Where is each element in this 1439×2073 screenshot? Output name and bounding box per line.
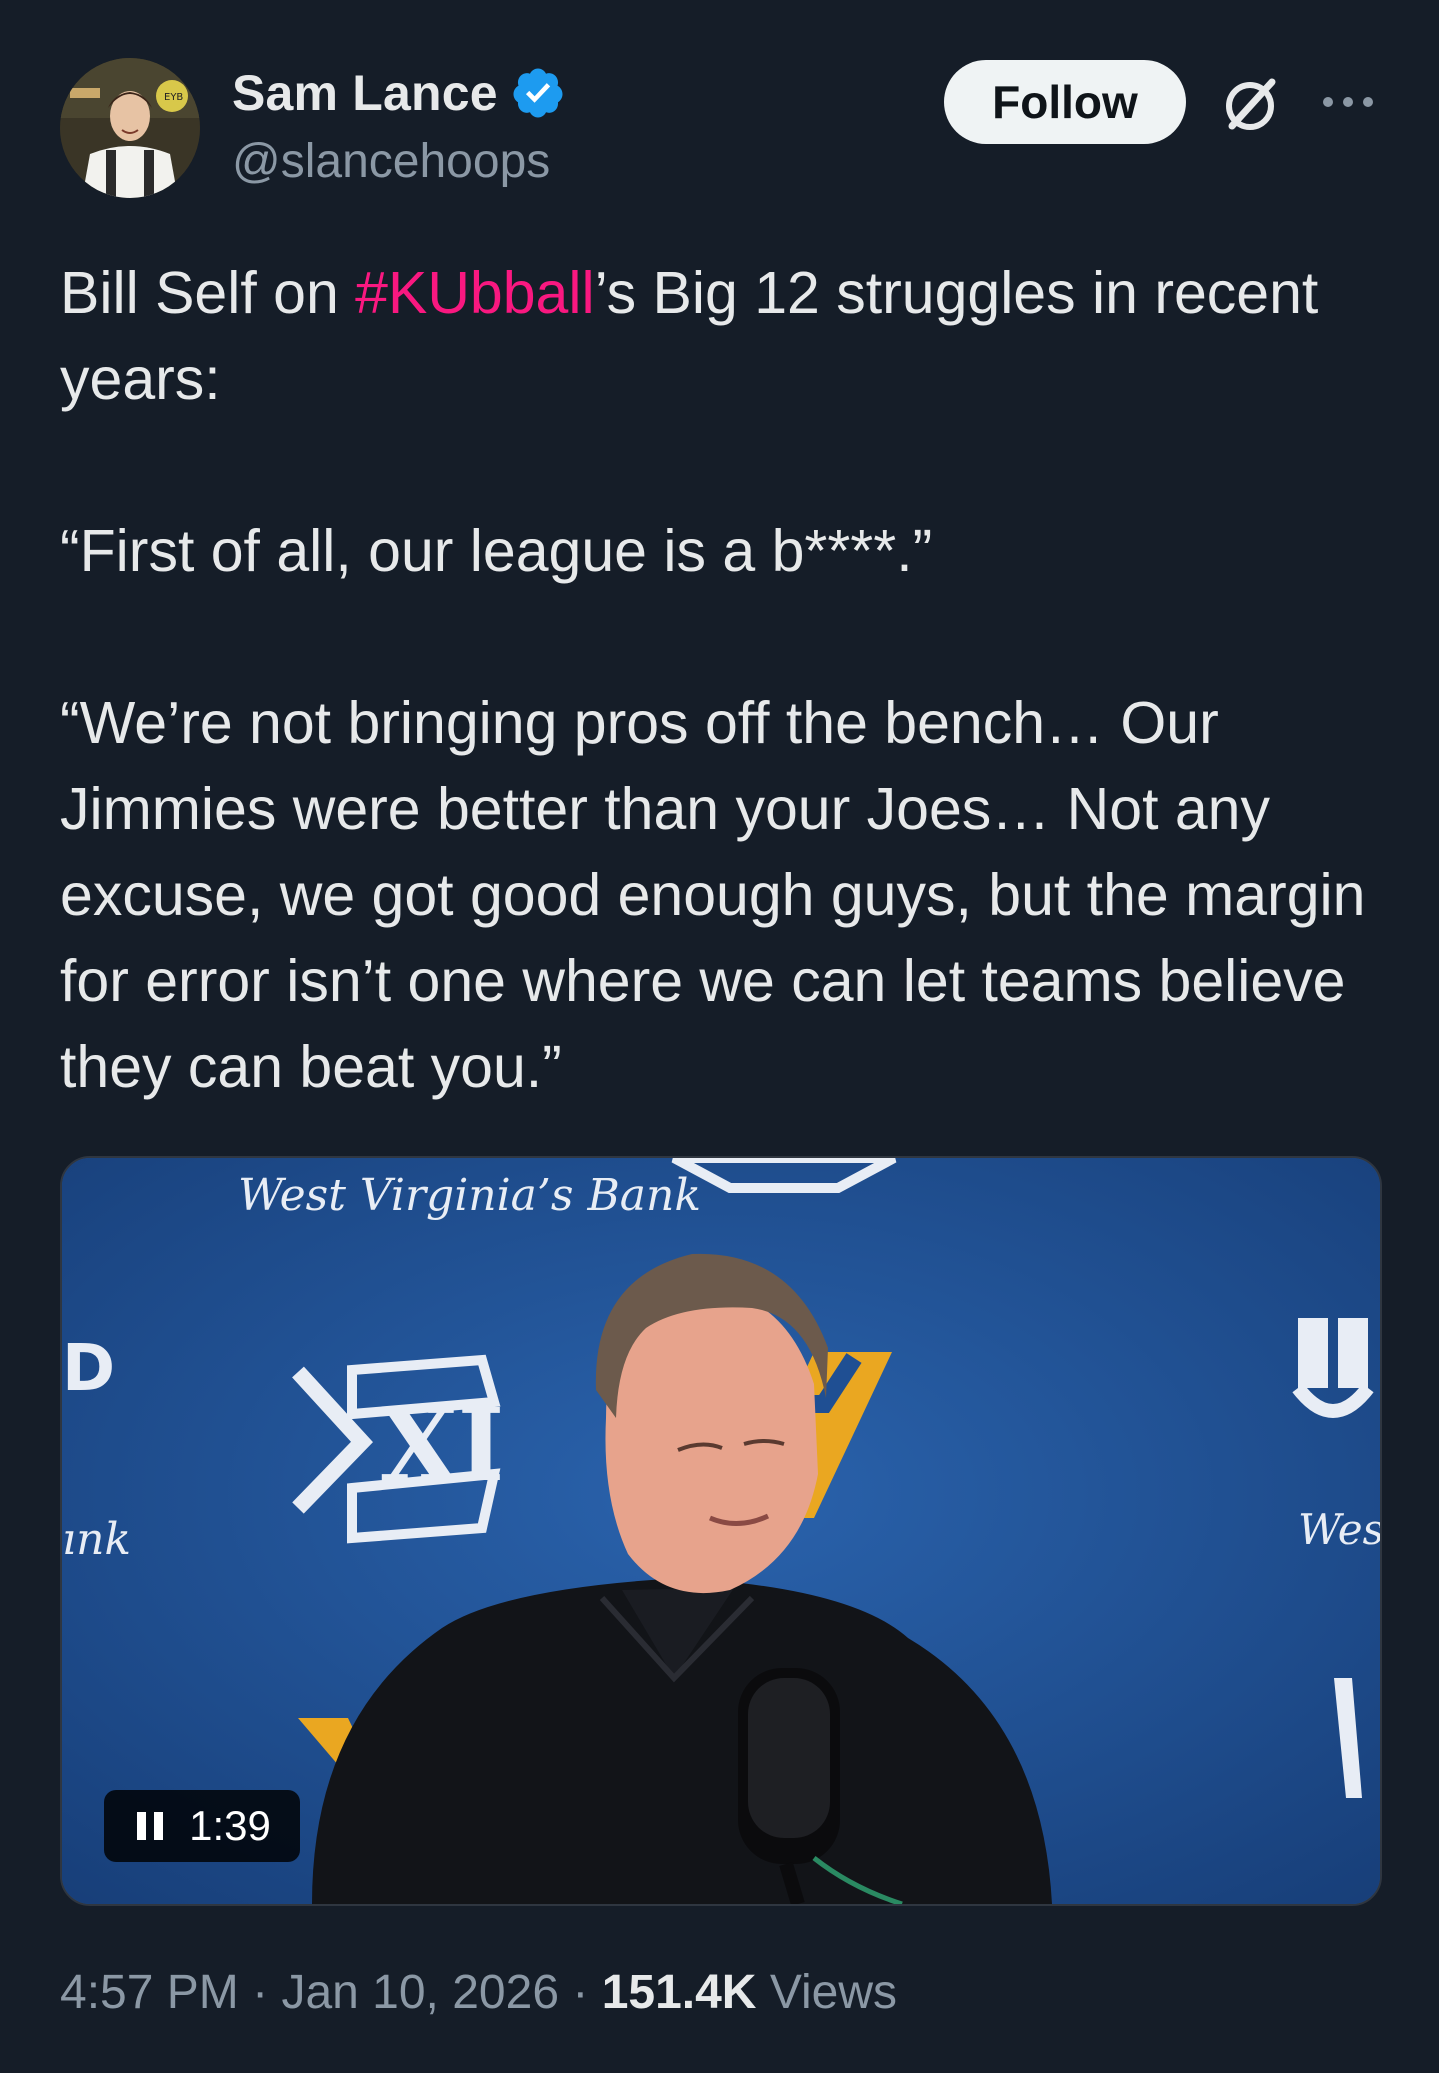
author-name[interactable]: Sam Lance xyxy=(232,64,498,122)
author-name-row[interactable]: Sam Lance xyxy=(232,64,566,122)
tweet-text: Bill Self on #KUbball’s Big 12 struggles… xyxy=(60,250,1380,1110)
avatar[interactable]: EYB xyxy=(60,58,200,198)
tweet-time[interactable]: 4:57 PM xyxy=(60,1966,239,2019)
svg-text:EYB: EYB xyxy=(164,92,183,103)
video-duration: 1:39 xyxy=(189,1802,271,1849)
tweet-date[interactable]: Jan 10, 2026 xyxy=(281,1966,559,2019)
video-time-badge[interactable]: 1:39 xyxy=(104,1790,300,1862)
author-handle[interactable]: @slancehoops xyxy=(232,134,550,189)
follow-button[interactable]: Follow xyxy=(944,60,1186,144)
svg-text:XI: XI xyxy=(380,1386,504,1504)
backdrop-sponsor-text: West Virginia’s Bank xyxy=(238,1170,701,1221)
tweet-line-intro: Bill Self on #KUbball’s Big 12 struggles… xyxy=(60,250,1380,422)
backdrop-edge-text-left: ınk xyxy=(62,1514,131,1565)
grok-icon[interactable] xyxy=(1218,72,1282,136)
more-options-icon[interactable] xyxy=(1318,88,1378,116)
tweet-quote-2: “We’re not bringing pros off the bench… … xyxy=(60,690,1366,1100)
tweet-intro-pre: Bill Self on xyxy=(60,260,356,326)
meta-separator: · xyxy=(572,1966,589,2019)
verified-badge-icon xyxy=(513,68,563,118)
hashtag-link[interactable]: #KUbball xyxy=(355,260,594,326)
views-count[interactable]: 151.4K xyxy=(602,1966,757,2019)
pause-icon[interactable] xyxy=(133,1809,167,1843)
views-label[interactable]: Views xyxy=(770,1966,897,2019)
meta-separator: · xyxy=(252,1966,269,2019)
backdrop-edge-text-right: Wes xyxy=(1298,1505,1380,1554)
tweet-quote-1: “First of all, our league is a b****.” xyxy=(60,518,933,584)
tweet-meta: 4:57 PM · Jan 10, 2026 · 151.4K Views xyxy=(60,1965,897,2020)
backdrop-edge-letter: D xyxy=(62,1332,115,1406)
